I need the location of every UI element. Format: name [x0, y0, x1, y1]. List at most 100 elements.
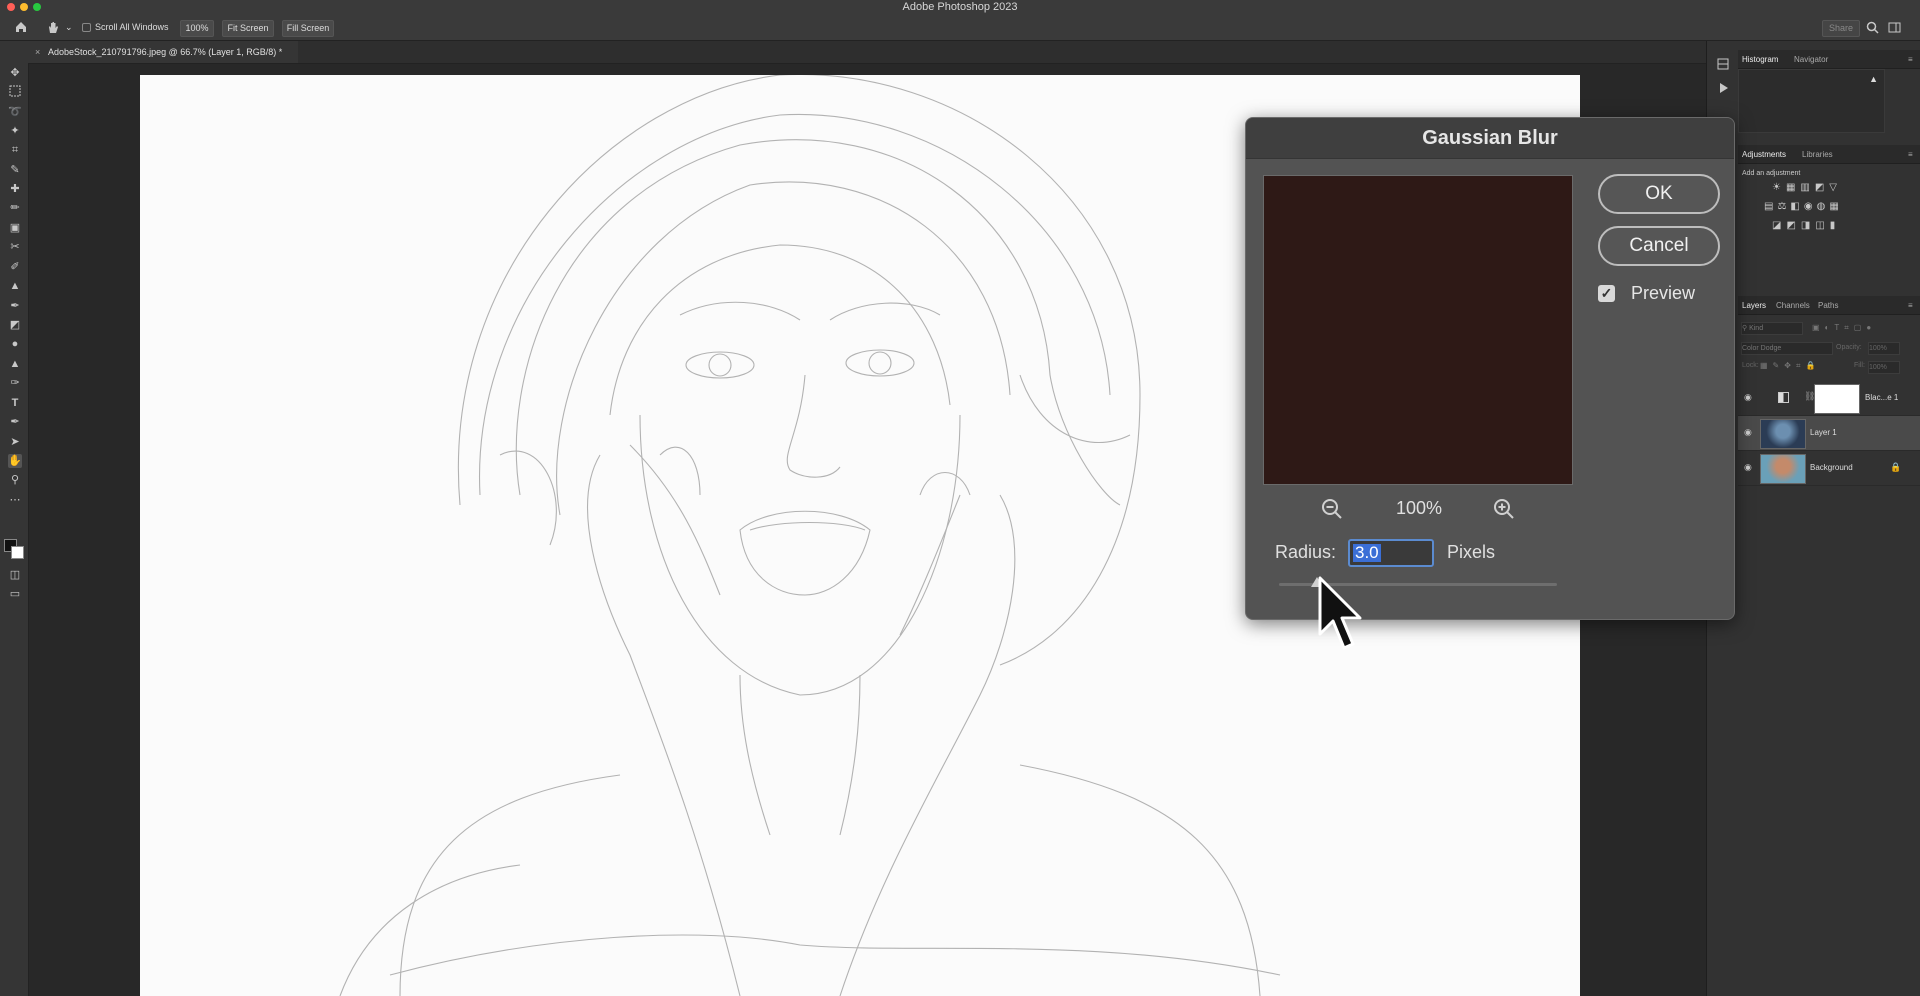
preview-zoom-value: 100%: [1395, 498, 1443, 518]
fit-screen-button[interactable]: Fit Screen: [222, 20, 274, 37]
zoom-out-icon[interactable]: [1320, 497, 1344, 521]
layer-thumbnail[interactable]: [1760, 419, 1806, 449]
layer-filter-icons[interactable]: ▣◐T⌗▢●: [1812, 323, 1876, 333]
layer-name: Blac...e 1: [1865, 393, 1899, 402]
layer-name: Background: [1810, 463, 1853, 472]
workspace-icon[interactable]: [1888, 21, 1901, 34]
direct-selection-tool-icon[interactable]: ✒: [8, 415, 22, 429]
panel-menu-icon[interactable]: ≡: [1908, 150, 1913, 159]
screen-mode-icon[interactable]: ▭: [8, 587, 22, 601]
path-selection-tool-icon[interactable]: ✑: [8, 376, 22, 390]
history-panel-icon[interactable]: [1716, 57, 1730, 71]
adjustments-tab-bar: Adjustments Libraries ≡: [1738, 145, 1920, 164]
tab-strip: [298, 41, 1708, 64]
layer-row-selected[interactable]: ◉ Layer 1: [1738, 416, 1920, 451]
lock-label: Lock:: [1742, 362, 1759, 369]
tools-panel: ✥ ➰ ✦ ⌗ ✎ ✚ ✏ ▣ ✂ ✐ ▲ ✒ ◩ ● ▲ ✑ T ✒ ➤ ✋ …: [0, 41, 29, 996]
adjustment-icons-row-1[interactable]: ☀▦▥◩▽: [1772, 182, 1842, 193]
quick-mask-icon[interactable]: ◫: [8, 568, 22, 582]
tab-layers[interactable]: Layers: [1742, 301, 1766, 310]
history-brush-tool-icon[interactable]: ✂: [8, 240, 22, 254]
opacity-field[interactable]: 100%: [1868, 342, 1900, 355]
clone-stamp-tool-icon[interactable]: ▣: [8, 221, 22, 235]
app-title: Adobe Photoshop 2023: [902, 1, 1018, 13]
lock-icons[interactable]: ▦✎✥⌗🔒: [1760, 361, 1820, 371]
hand-tool-icon[interactable]: [46, 20, 60, 34]
layer-row[interactable]: ◉ ⛓ Blac...e 1: [1738, 381, 1920, 416]
layer-row[interactable]: ◉ Background 🔒: [1738, 451, 1920, 486]
tab-channels[interactable]: Channels: [1776, 301, 1810, 310]
radius-unit-label: Pixels: [1447, 542, 1496, 562]
layer-kind-filter[interactable]: ⚲ Kind: [1741, 322, 1803, 335]
home-icon[interactable]: [14, 20, 28, 34]
histogram-warning-icon[interactable]: ▲: [1869, 74, 1878, 84]
tab-libraries[interactable]: Libraries: [1802, 150, 1833, 159]
visibility-eye-icon[interactable]: ◉: [1744, 462, 1754, 472]
share-button[interactable]: Share: [1822, 20, 1860, 37]
brush-tool-icon[interactable]: ✏: [8, 201, 22, 215]
filter-preview[interactable]: [1263, 175, 1573, 485]
gradient-tool-icon[interactable]: ▲: [8, 279, 22, 293]
preview-checkbox[interactable]: ✓: [1598, 285, 1615, 302]
ok-button[interactable]: OK: [1598, 174, 1720, 214]
histogram-display: ▲: [1738, 69, 1885, 133]
histogram-tab-bar: Histogram Navigator ≡: [1738, 50, 1920, 69]
zoom-in-icon[interactable]: [1492, 497, 1516, 521]
radius-value-selected: 3.0: [1353, 543, 1381, 562]
selection-arrow-tool-icon[interactable]: ➤: [8, 435, 22, 449]
tab-navigator[interactable]: Navigator: [1794, 55, 1828, 64]
visibility-eye-icon[interactable]: ◉: [1744, 392, 1754, 402]
scroll-all-windows-checkbox[interactable]: [82, 23, 91, 32]
tab-paths[interactable]: Paths: [1818, 301, 1838, 310]
magic-wand-tool-icon[interactable]: ✦: [8, 124, 22, 138]
lock-icon: 🔒: [1890, 462, 1902, 472]
adjustment-icons-row-3[interactable]: ◪◩◨◫▮: [1772, 220, 1840, 231]
fill-screen-button[interactable]: Fill Screen: [282, 20, 334, 37]
actions-play-icon[interactable]: [1716, 81, 1730, 95]
fill-field[interactable]: 100%: [1868, 361, 1900, 374]
cancel-button[interactable]: Cancel: [1598, 226, 1720, 266]
layers-tab-bar: Layers Channels Paths ≡: [1738, 296, 1920, 315]
adjustment-icons-row-2[interactable]: ▤⚖◧◉◍▦: [1764, 201, 1843, 212]
blend-mode-select[interactable]: Color Dodge: [1741, 342, 1833, 355]
move-tool-icon[interactable]: ✥: [8, 66, 22, 80]
search-icon[interactable]: [1866, 21, 1879, 34]
options-bar: ⌄ Scroll All Windows 100% Fit Screen Fil…: [0, 15, 1920, 41]
healing-brush-tool-icon[interactable]: ✚: [8, 182, 22, 196]
fill-label: Fill:: [1854, 362, 1865, 369]
document-tab[interactable]: × AdobeStock_210791796.jpeg @ 66.7% (Lay…: [28, 41, 298, 64]
text-tool-icon[interactable]: T: [8, 396, 22, 410]
zoom-tool-icon[interactable]: ⚲: [8, 473, 22, 487]
mouse-cursor-icon: [1318, 576, 1362, 650]
adjustment-layer-icon: [1778, 392, 1789, 403]
marquee-tool-icon[interactable]: [8, 85, 22, 99]
layer-thumbnail[interactable]: [1760, 454, 1806, 484]
visibility-eye-icon[interactable]: ◉: [1744, 427, 1754, 437]
close-document-icon[interactable]: ×: [35, 47, 40, 57]
pen-tool-icon[interactable]: ●: [8, 337, 22, 351]
tab-adjustments[interactable]: Adjustments: [1742, 150, 1786, 159]
more-tools-icon[interactable]: ⋯: [8, 493, 22, 507]
title-bar: Adobe Photoshop 2023: [0, 0, 1920, 16]
tab-histogram[interactable]: Histogram: [1742, 55, 1778, 64]
hand-tool-active-icon[interactable]: ✋: [8, 454, 22, 468]
lasso-tool-icon[interactable]: ➰: [8, 105, 22, 119]
panel-menu-icon[interactable]: ≡: [1908, 55, 1913, 64]
background-color-swatch[interactable]: [11, 546, 24, 559]
preview-label: Preview: [1631, 283, 1696, 303]
document-tab-label: AdobeStock_210791796.jpeg @ 66.7% (Layer…: [48, 47, 283, 57]
scroll-all-windows-label: Scroll All Windows: [95, 22, 169, 32]
zoom-100-button[interactable]: 100%: [180, 20, 214, 37]
crop-tool-icon[interactable]: ⌗: [8, 143, 22, 157]
eraser-tool-icon[interactable]: ✐: [8, 260, 22, 274]
layer-mask-thumbnail[interactable]: [1814, 384, 1860, 414]
panel-menu-icon[interactable]: ≡: [1908, 301, 1913, 310]
blur-tool-icon[interactable]: ✒: [8, 299, 22, 313]
type-tool-icon[interactable]: ▲: [8, 357, 22, 371]
tool-preset-chevron-icon[interactable]: ⌄: [65, 22, 73, 33]
dodge-tool-icon[interactable]: ◩: [8, 318, 22, 332]
radius-input[interactable]: 3.0: [1348, 539, 1434, 567]
gaussian-blur-dialog: Gaussian Blur OK Cancel ✓ Preview 100% R…: [1245, 117, 1735, 620]
dialog-title: Gaussian Blur: [1246, 118, 1734, 159]
eyedropper-tool-icon[interactable]: ✎: [8, 163, 22, 177]
